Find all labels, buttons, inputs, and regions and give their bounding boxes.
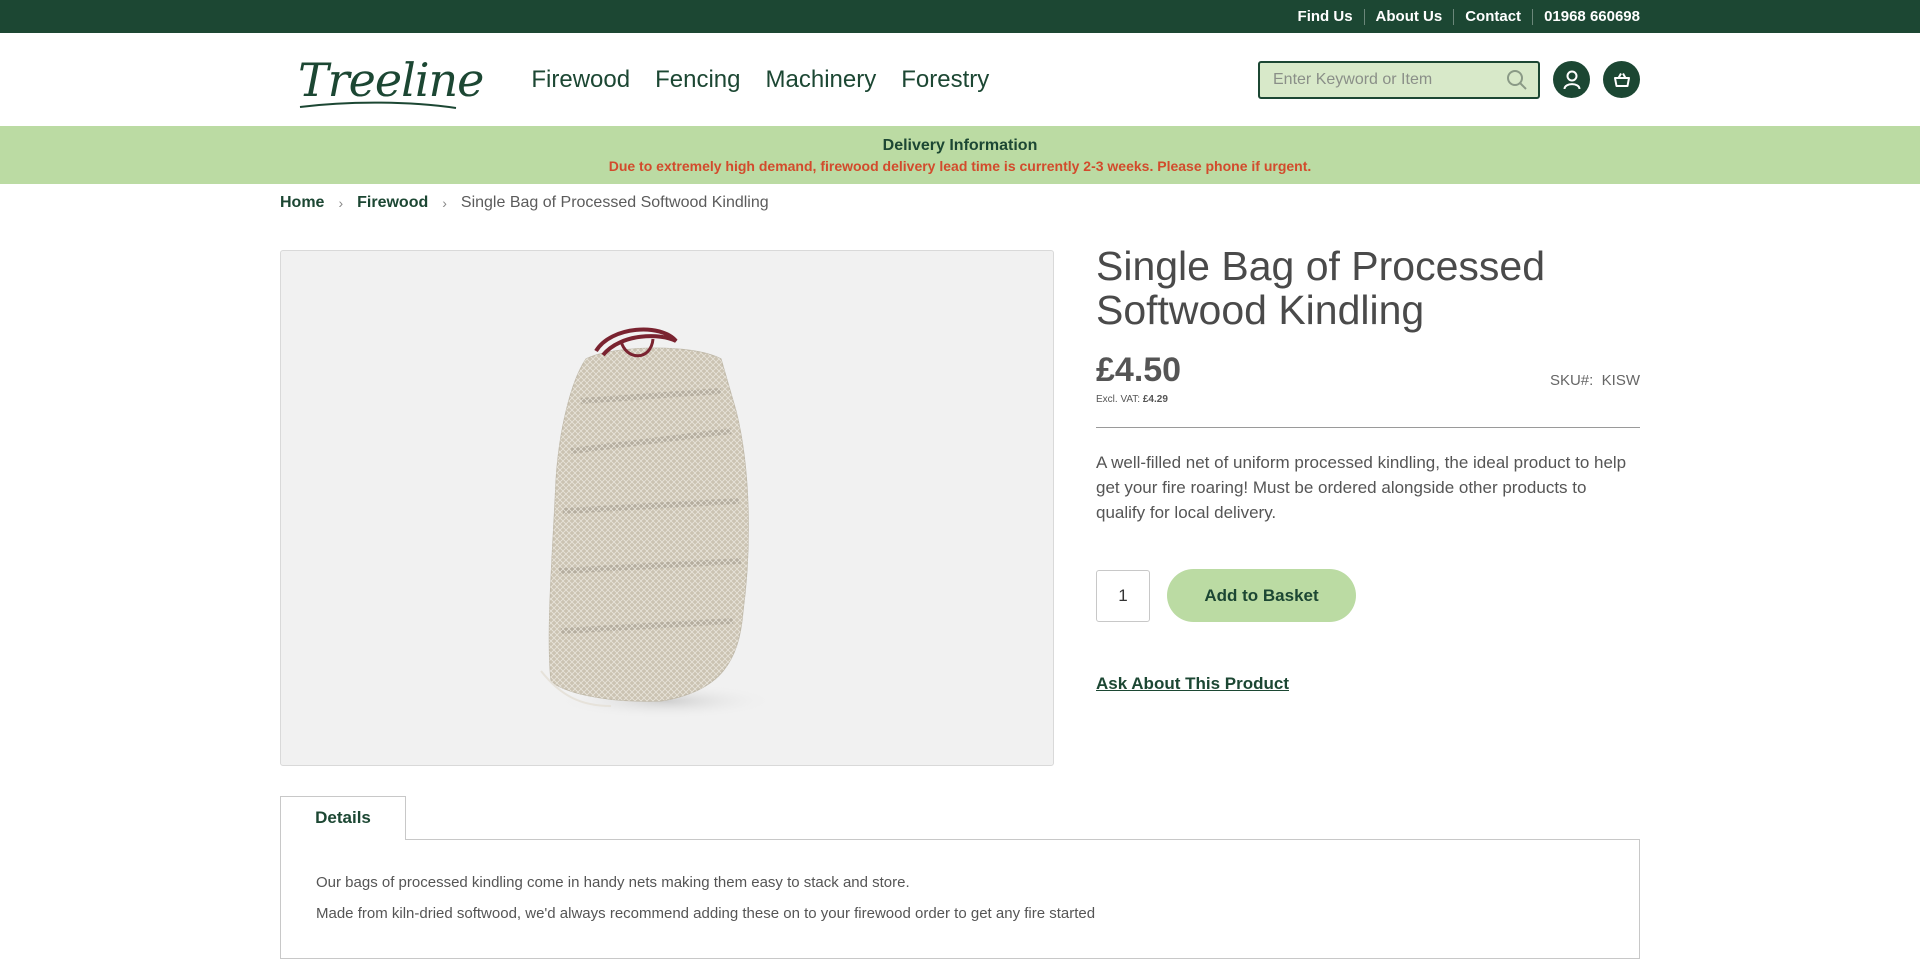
sku-value: KISW — [1601, 372, 1640, 389]
header-actions — [1258, 60, 1640, 99]
account-button[interactable] — [1553, 61, 1590, 98]
product-description: A well-filled net of uniform processed k… — [1096, 453, 1627, 522]
product-title: Single Bag of Processed Softwood Kindlin… — [1096, 243, 1545, 333]
product-price: £4.50 — [1096, 351, 1182, 389]
treeline-logo[interactable]: Treeline — [298, 57, 484, 109]
top-bar: Find Us About Us Contact 01968 660698 — [0, 0, 1920, 33]
product-info: Single Bag of Processed Softwood Kindlin… — [1096, 244, 1640, 694]
excl-vat-value: £4.29 — [1142, 394, 1168, 405]
product-image[interactable] — [280, 250, 1054, 766]
nav-forestry[interactable]: Forestry — [901, 66, 989, 94]
search-box — [1258, 60, 1540, 99]
nav-firewood[interactable]: Firewood — [531, 66, 630, 94]
search-icon[interactable] — [1506, 69, 1528, 91]
details-paragraph: Made from kiln-dried softwood, we'd alwa… — [316, 905, 1096, 922]
logo-swoosh-icon — [299, 101, 457, 109]
excl-vat-label: Excl. VAT: — [1096, 394, 1141, 405]
site-header: Treeline Firewood Fencing Machinery Fore… — [0, 33, 1920, 126]
kindling-bag-image — [540, 327, 776, 719]
nav-fencing[interactable]: Fencing — [655, 66, 740, 94]
product-tabs: Details Our bags of processed kindling c… — [280, 796, 1640, 959]
basket-button[interactable] — [1603, 61, 1640, 98]
basket-icon — [1613, 72, 1630, 87]
details-paragraph: Our bags of processed kindling come in h… — [316, 874, 910, 891]
about-us-link[interactable]: About Us — [1363, 8, 1454, 25]
search-input[interactable] — [1271, 69, 1506, 90]
banner-title: Delivery Information — [882, 136, 1038, 154]
product-section: Single Bag of Processed Softwood Kindlin… — [0, 212, 1920, 772]
tab-details[interactable]: Details — [280, 796, 406, 840]
breadcrumb-home[interactable]: Home — [280, 194, 324, 212]
sku-label: SKU#: — [1549, 372, 1594, 389]
nav-machinery[interactable]: Machinery — [766, 66, 877, 94]
breadcrumb-firewood[interactable]: Firewood — [357, 194, 428, 212]
quantity-input[interactable] — [1096, 569, 1150, 622]
contact-link[interactable]: Contact — [1453, 8, 1532, 25]
phone-link[interactable]: 01968 660698 — [1532, 8, 1640, 25]
add-to-basket-button[interactable]: Add to Basket — [1167, 569, 1356, 622]
price-row: £4.50 Excl. VAT: £4.29 SKU#: KISW — [1096, 352, 1640, 405]
main-nav: Firewood Fencing Machinery Forestry — [531, 66, 989, 94]
product-sku: SKU#: KISW — [1550, 372, 1640, 405]
breadcrumb: Home › Firewood › Single Bag of Processe… — [280, 194, 1920, 212]
ask-about-product-link[interactable]: Ask About This Product — [1096, 674, 1289, 694]
breadcrumb-chevron-icon: › — [338, 195, 344, 211]
breadcrumb-current: Single Bag of Processed Softwood Kindlin… — [460, 194, 769, 211]
price-excl-vat: Excl. VAT: £4.29 — [1096, 394, 1181, 405]
details-panel: Our bags of processed kindling come in h… — [280, 839, 1640, 959]
find-us-link[interactable]: Find Us — [1287, 8, 1364, 25]
banner-message: Due to extremely high demand, firewood d… — [608, 157, 1312, 174]
delivery-banner: Delivery Information Due to extremely hi… — [0, 126, 1920, 184]
user-icon — [1563, 70, 1580, 89]
divider — [1096, 427, 1640, 428]
breadcrumb-chevron-icon: › — [442, 195, 447, 211]
buy-row: Add to Basket — [1096, 569, 1640, 622]
